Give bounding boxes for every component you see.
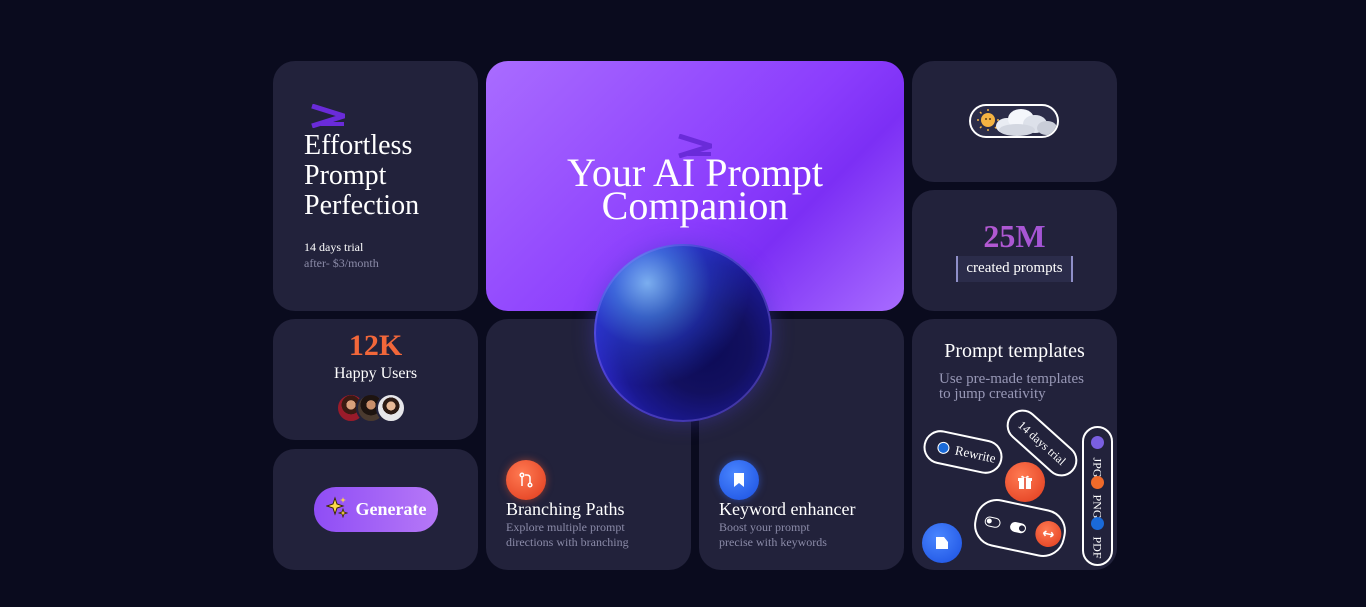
- gift-icon[interactable]: [1005, 462, 1045, 502]
- keyword-desc-line: Boost your prompt: [719, 520, 810, 534]
- blue-dot-icon: [1091, 517, 1104, 530]
- format-pill: JPG PNG PDF: [1082, 426, 1113, 566]
- hero-title-line: Companion: [601, 183, 789, 228]
- keyword-desc: Boost your prompt precise with keywords: [719, 520, 889, 550]
- templates-desc-line: to jump creativity: [939, 386, 1046, 402]
- users-stat-label: Happy Users: [333, 365, 418, 382]
- swap-icon[interactable]: [1032, 518, 1064, 550]
- toggle-on-icon[interactable]: [1009, 521, 1027, 535]
- branching-desc: Explore multiple prompt directions with …: [506, 520, 676, 550]
- weather-toggle[interactable]: [969, 104, 1059, 138]
- perfection-card: Effortless Prompt Perfection 14 days tri…: [273, 61, 478, 311]
- templates-card: Prompt templates Use pre-made templates …: [912, 319, 1117, 570]
- logo-icon: [311, 104, 345, 128]
- bookmark-icon[interactable]: [719, 460, 759, 500]
- weather-card: [912, 61, 1117, 182]
- rewrite-chip[interactable]: Rewrite: [920, 427, 1006, 477]
- perfection-title-line: Perfection: [304, 190, 420, 221]
- avatar-group: [336, 393, 416, 423]
- prompts-stat-value: 25M: [912, 218, 1117, 255]
- orange-dot-icon: [1091, 476, 1104, 489]
- prompts-stat-label: created prompts: [956, 256, 1073, 282]
- purple-dot-icon: [1091, 436, 1104, 449]
- branching-desc-line: Explore multiple prompt: [506, 520, 625, 534]
- users-stat-card: 12K Happy Users: [273, 319, 478, 440]
- blue-dot-icon: [936, 440, 951, 455]
- sparkles-icon: [324, 496, 348, 523]
- branch-icon[interactable]: [506, 460, 546, 500]
- format-pdf[interactable]: PDF: [1090, 533, 1105, 563]
- perfection-title: Effortless Prompt Perfection: [304, 131, 419, 221]
- prompts-stat-card: 25M created prompts: [912, 190, 1117, 311]
- hero-title: Your AI Prompt Companion: [486, 153, 904, 228]
- branching-title: Branching Paths: [506, 499, 625, 519]
- toggle-chip[interactable]: [970, 494, 1070, 562]
- trial-text: 14 days trial: [304, 240, 364, 254]
- templates-title: Prompt templates: [944, 340, 1085, 362]
- sphere-rim: [594, 244, 772, 422]
- generate-button[interactable]: Generate: [314, 487, 438, 532]
- toggle-off-icon[interactable]: [983, 515, 1002, 529]
- trial-chip-label: 14 days trial: [1015, 417, 1070, 468]
- branching-desc-line: directions with branching: [506, 535, 629, 549]
- generate-card: Generate: [273, 449, 478, 570]
- templates-desc: Use pre-made templates to jump creativit…: [939, 372, 1104, 402]
- sun-behind-cloud-icon: [977, 109, 1057, 136]
- perfection-title-line: Effortless: [304, 130, 413, 161]
- chat-icon[interactable]: [922, 523, 962, 563]
- rewrite-chip-label: Rewrite: [953, 442, 998, 466]
- users-stat-value: 12K: [348, 329, 403, 362]
- avatar: [376, 393, 406, 423]
- generate-button-label: Generate: [355, 499, 427, 519]
- templates-desc-line: Use pre-made templates: [939, 371, 1084, 387]
- perfection-title-line: Prompt: [304, 160, 387, 191]
- keyword-desc-line: precise with keywords: [719, 535, 827, 549]
- keyword-title: Keyword enhancer: [719, 499, 856, 519]
- price-text: after- $3/month: [304, 256, 379, 270]
